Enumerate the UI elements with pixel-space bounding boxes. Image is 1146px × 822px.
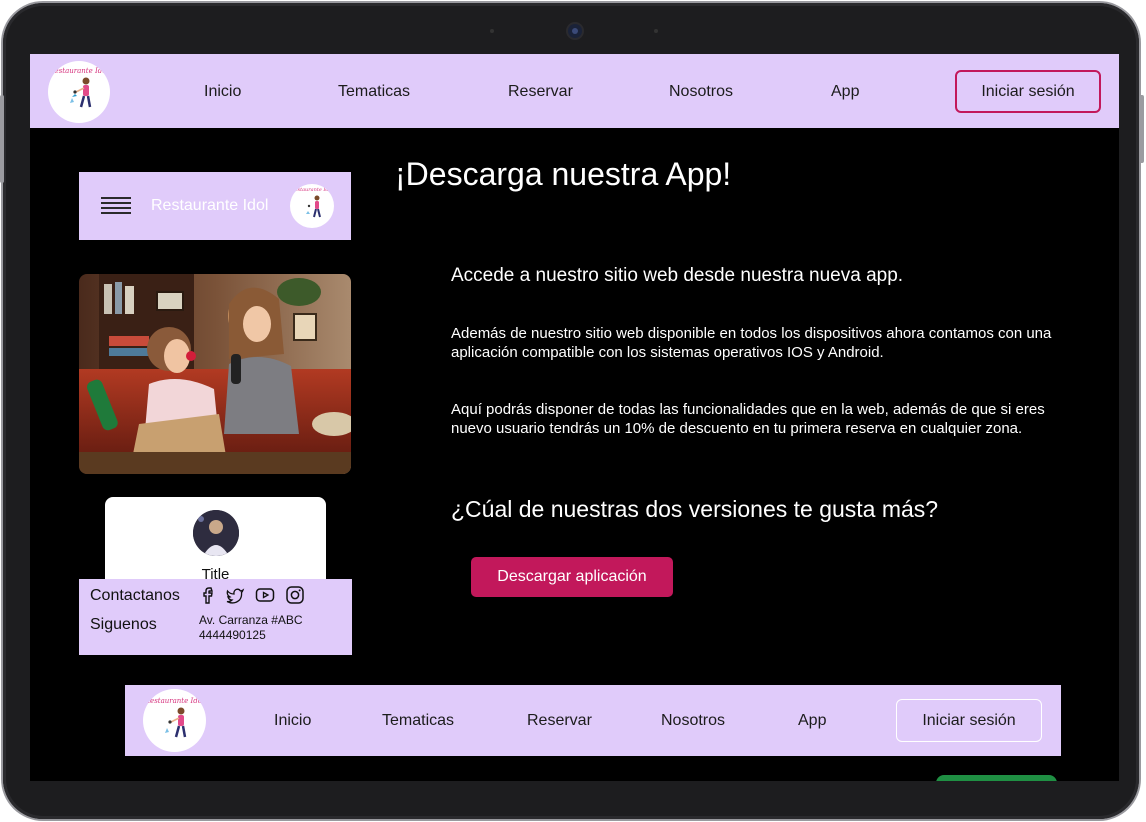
contact-section: Contactanos Siguenos Av. Carranza #ABC 4… <box>79 579 352 655</box>
mini-logo[interactable]: Restaurante Idol <box>290 184 334 228</box>
bottom-nav-tematicas[interactable]: Tematicas <box>382 712 454 730</box>
nav-tematicas[interactable]: Tematicas <box>338 83 410 101</box>
bottom-nav-reservar[interactable]: Reservar <box>527 712 592 730</box>
versions-question: ¿Cúal de nuestras dos versiones te gusta… <box>451 496 939 522</box>
mobile-header-preview: Restaurante Idol Restaurante Idol <box>79 172 351 240</box>
volume-button <box>1139 95 1144 163</box>
twitter-icon[interactable] <box>225 585 245 605</box>
app-screen: Restaurante Idol Inicio Tematicas Reserv… <box>30 54 1119 781</box>
follow-label: Siguenos <box>90 616 157 633</box>
side-button <box>0 95 4 183</box>
bottom-nav-inicio[interactable]: Inicio <box>274 712 311 730</box>
page-title: ¡Descarga nuestra App! <box>395 156 732 192</box>
phone-text: 4444490125 <box>199 628 266 642</box>
nav-nosotros[interactable]: Nosotros <box>669 83 733 101</box>
instagram-icon[interactable] <box>285 585 305 605</box>
karaoke-photo <box>79 274 351 474</box>
address-text: Av. Carranza #ABC <box>199 613 303 627</box>
top-navbar: Restaurante Idol Inicio Tematicas Reserv… <box>30 54 1119 128</box>
description-paragraph-1: Además de nuestro sitio web disponible e… <box>451 325 1052 361</box>
bottom-navbar-preview: Restaurante Idol Inicio Tematicas Reserv… <box>125 685 1061 756</box>
camera-icon <box>568 24 582 38</box>
contact-label: Contactanos <box>90 587 180 604</box>
sensor-dot <box>490 29 494 33</box>
singer-icon <box>306 195 321 218</box>
login-button[interactable]: Iniciar sesión <box>955 70 1101 113</box>
facebook-icon[interactable] <box>199 585 219 605</box>
tablet-frame: Restaurante Idol Inicio Tematicas Reserv… <box>3 3 1139 819</box>
hamburger-menu-icon[interactable] <box>101 197 131 215</box>
nav-inicio[interactable]: Inicio <box>204 83 241 101</box>
download-app-button[interactable]: Descargar aplicación <box>471 557 673 597</box>
logo[interactable]: Restaurante Idol <box>48 61 110 123</box>
youtube-icon[interactable] <box>255 585 275 605</box>
page-subtitle: Accede a nuestro sitio web desde nuestra… <box>451 265 904 286</box>
bottom-nav-app[interactable]: App <box>798 712 826 730</box>
nav-reservar[interactable]: Reservar <box>508 83 573 101</box>
partial-button <box>936 775 1057 781</box>
description-paragraph-2: Aquí podrás disponer de todas las funcio… <box>451 401 1045 437</box>
bottom-logo[interactable]: Restaurante Idol <box>143 689 206 752</box>
sensor-dot <box>654 29 658 33</box>
mini-header-title: Restaurante Idol <box>151 197 269 214</box>
nav-app[interactable]: App <box>831 83 859 101</box>
singer-icon <box>70 77 92 108</box>
singer-icon <box>165 707 187 738</box>
avatar <box>193 510 239 556</box>
bottom-nav-nosotros[interactable]: Nosotros <box>661 712 725 730</box>
bottom-login-button[interactable]: Iniciar sesión <box>896 699 1042 742</box>
